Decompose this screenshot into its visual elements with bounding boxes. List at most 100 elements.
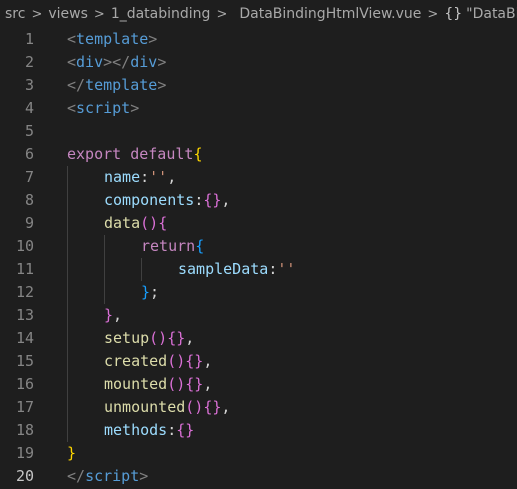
code-token: { [195,237,205,255]
code-token: < [67,99,77,117]
code-line[interactable]: }; [141,281,159,304]
code-line[interactable]: created(){}, [104,350,212,373]
code-token: , [221,398,231,416]
line-number: 15 [15,352,34,370]
line-number: 7 [24,168,34,186]
code-line[interactable]: <script> [67,97,139,120]
code-line[interactable]: return{ [141,235,204,258]
line-number: 6 [24,145,34,163]
breadcrumb: src > views > 1_databinding > DataBindin… [0,0,517,28]
code-line[interactable]: </script> [67,465,148,488]
line-number: 9 [24,214,34,232]
code-line[interactable]: mounted(){}, [104,373,212,396]
code-token: > [130,99,140,117]
code-token: {} [185,375,204,393]
code-token: } [67,444,77,462]
code-line[interactable]: setup(){}, [104,327,194,350]
line-number: 13 [15,306,34,324]
line-number: 16 [15,375,34,393]
code-token: components [104,191,195,209]
code-token: unmounted [104,398,186,416]
code-line[interactable]: }, [104,304,122,327]
chevron-right-icon: > [31,6,43,22]
code-token: , [221,191,231,209]
code-editor[interactable]: 1 2 3 4 5 6 7 8 9 10 11 12 13 14 15 16 17 18 19 20 <templat… [0,28,517,489]
code-token: () [185,398,204,416]
line-number: 20 [15,467,34,485]
code-token: div [76,53,104,71]
code-line[interactable]: <template> [67,28,157,51]
code-token: template [76,30,149,48]
code-line[interactable]: unmounted(){}, [104,396,230,419]
code-token: > [139,467,149,485]
line-number: 2 [24,53,34,71]
breadcrumb-item-src[interactable]: src [5,6,25,22]
code-token: () [167,375,186,393]
code-token: methods [104,421,168,439]
breadcrumb-item-file[interactable]: DataBindingHtmlView.vue [239,6,421,22]
code-token: , [203,375,213,393]
code-line[interactable]: name:'', [104,166,176,189]
line-number: 17 [15,398,34,416]
code-token: script [85,467,140,485]
code-token: {} [203,398,222,416]
code-token: template [85,76,158,94]
line-number: 19 [15,444,34,462]
code-line[interactable]: } [67,442,76,465]
code-token: : [194,191,204,209]
code-token: < [67,30,77,48]
code-line[interactable]: export default{ [67,143,202,166]
line-number: 1 [24,30,34,48]
code-token: data [104,214,141,232]
code-token: mounted [104,375,168,393]
code-line[interactable]: </template> [67,74,166,97]
code-line[interactable]: sampleData:'' [178,258,295,281]
code-token: {} [176,421,195,439]
indent-guide [104,235,105,304]
code-token: , [203,352,213,370]
code-line[interactable]: methods:{} [104,419,194,442]
breadcrumb-item-folder[interactable]: 1_databinding [111,6,211,22]
code-token: : [167,421,177,439]
line-number: 3 [24,76,34,94]
indent-guide [141,258,142,281]
code-token: } [104,306,114,324]
object-icon: {} [444,6,463,22]
code-area[interactable]: <template> <div></div> </template> <script>… [67,28,517,489]
code-token: () [149,329,168,347]
line-number: 4 [24,99,34,117]
breadcrumb-item-symbol[interactable]: "DataBi [466,6,517,22]
breadcrumb-item-views[interactable]: views [48,6,88,22]
line-number: 11 [15,260,34,278]
code-token: </ [67,76,86,94]
code-token: created [104,352,168,370]
code-token: > [157,76,167,94]
code-token: ; [150,283,160,301]
code-token: , [113,306,123,324]
code-line[interactable]: components:{}, [104,189,230,212]
code-token: () [167,352,186,370]
code-token: } [141,283,151,301]
code-token: setup [104,329,150,347]
code-token: div [130,53,158,71]
code-line[interactable]: <div></div> [67,51,166,74]
code-token: () [140,214,159,232]
code-token: {} [185,352,204,370]
indent-guide [67,166,68,442]
code-token: { [193,145,203,163]
code-token: > [157,53,167,71]
code-token: '' [149,168,168,186]
code-token: { [158,214,168,232]
code-line[interactable]: data(){ [104,212,167,235]
line-number: 5 [24,122,34,140]
line-number: 12 [15,283,34,301]
code-token: {} [167,329,186,347]
code-token: : [268,260,278,278]
code-token: > [148,30,158,48]
chevron-right-icon: > [93,6,105,22]
line-number: 10 [15,237,34,255]
code-token: sampleData [178,260,269,278]
line-number: 8 [24,191,34,209]
code-token: name [104,168,141,186]
